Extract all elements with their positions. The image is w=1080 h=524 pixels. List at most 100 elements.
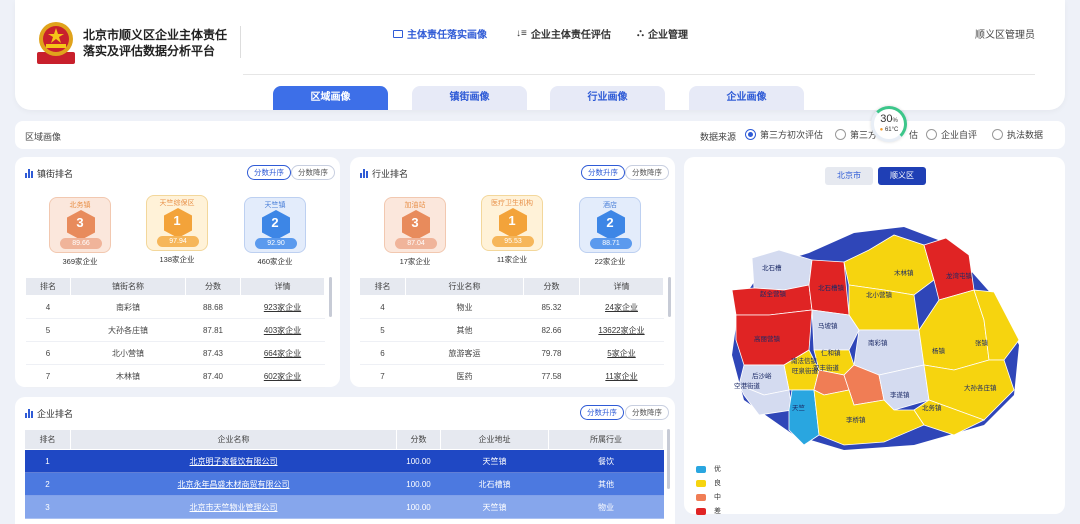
- enterprise-link[interactable]: 北京永年昌盛木材商贸有限公司: [70, 472, 397, 496]
- legend-swatch: [696, 493, 706, 501]
- town-ranking-panel: 镇街排名 分数升序 分数降序 北务镇 3 89.66 369家企业 天竺综保区 …: [15, 157, 340, 388]
- admin-user[interactable]: 顺义区管理员: [975, 26, 1035, 41]
- detail-link[interactable]: 664家企业: [240, 341, 325, 365]
- nav-subject-evaluation[interactable]: ↓≡ 企业主体责任评估: [516, 26, 611, 41]
- map-label: 木林镇: [894, 268, 914, 277]
- podium-second[interactable]: 酒店 2 88.71 22家企业: [575, 197, 645, 267]
- platform-title: 北京市顺义区企业主体责任 落实及评估数据分析平台: [83, 28, 228, 58]
- filter-bar: 区域画像 数据来源 第三方初次评估 第三方估 企业自评 执法数据: [15, 121, 1065, 149]
- legend-swatch: [696, 507, 706, 515]
- radio-icon: [992, 129, 1003, 140]
- top-header: 北京市顺义区企业主体责任 落实及评估数据分析平台 主体责任落实画像 ↓≡ 企业主…: [15, 0, 1065, 110]
- legend-swatch: [696, 465, 706, 473]
- tab-region[interactable]: 区域画像: [273, 86, 388, 110]
- panel-title: 镇街排名: [37, 169, 74, 179]
- scrollbar[interactable]: [668, 277, 671, 317]
- scrollbar[interactable]: [667, 429, 670, 489]
- detail-link[interactable]: 602家企业: [240, 364, 325, 388]
- table-row: 4 物业 85.32 24家企业: [359, 295, 664, 319]
- radio-icon: [926, 129, 937, 140]
- detail-link[interactable]: 24家企业: [579, 295, 664, 319]
- data-source-label: 数据来源: [700, 132, 737, 142]
- table-row: 7 医药 77.58 11家企业: [359, 364, 664, 388]
- map-label: 北石槽: [762, 263, 782, 272]
- enterprise-ranking-table: 排名 企业名称 分数 企业地址 所属行业 1 北京明子家餐饮有限公司 100.00 天…: [24, 429, 664, 519]
- enterprise-link[interactable]: 北京明子家餐饮有限公司: [70, 449, 397, 473]
- podium-first[interactable]: 医疗卫生机构 1 95.53 11家企业: [477, 195, 547, 265]
- map-label: 李遂镇: [890, 390, 910, 399]
- industry-ranking-panel: 行业排名 分数升序 分数降序 加油站 3 87.04 17家企业 医疗卫生机构 …: [350, 157, 675, 388]
- enterprise-ranking-panel: 企业排名 分数升序 分数降序 排名 企业名称 分数 企业地址 所属行业 1 北京明…: [15, 397, 675, 524]
- enterprise-link[interactable]: 北京市天竺物业管理公司: [70, 495, 397, 519]
- radio-checked-icon: [745, 129, 756, 140]
- sort-asc-button[interactable]: 分数升序: [247, 165, 291, 180]
- map-label: 北务镇: [922, 403, 942, 412]
- podium-second[interactable]: 天竺镇 2 92.90 460家企业: [240, 197, 310, 267]
- map-label: 后沙峪: [752, 371, 772, 380]
- legend-item[interactable]: 优: [696, 462, 721, 476]
- map-label: 北小营镇: [866, 290, 893, 299]
- sort-desc-button[interactable]: 分数降序: [291, 165, 335, 180]
- table-row: 7 木林镇 87.40 602家企业: [25, 364, 325, 388]
- sort-desc-button[interactable]: 分数降序: [625, 405, 669, 420]
- map-btn-beijing[interactable]: 北京市: [825, 167, 873, 185]
- detail-link[interactable]: 13622家企业: [579, 318, 664, 342]
- industry-ranking-table: 排名 行业名称 分数 详情 4 物业 85.32 24家企业 5 其他 82.66 1362…: [359, 277, 664, 388]
- radio-self-eval[interactable]: 企业自评: [926, 128, 977, 141]
- nav-enterprise-management[interactable]: ⛬ 企业管理: [637, 26, 688, 41]
- map-label: 北石槽镇: [818, 283, 845, 292]
- tab-town[interactable]: 镇街画像: [412, 86, 527, 110]
- radio-third-party-first[interactable]: 第三方初次评估: [745, 128, 823, 141]
- map-label: 大孙各庄镇: [964, 383, 997, 392]
- region-tianzhu[interactable]: [788, 389, 820, 446]
- map-label: 杨镇: [932, 346, 946, 355]
- table-row[interactable]: 2 北京永年昌盛木材商贸有限公司 100.00 北石槽镇 其他: [24, 472, 664, 496]
- podium-first[interactable]: 天竺综保区 1 97.94 138家企业: [142, 195, 212, 265]
- table-row: 5 其他 82.66 13622家企业: [359, 318, 664, 342]
- map-label: 空港街道: [734, 381, 761, 390]
- shunyi-district-map: 北石槽 赵全营镇 北石槽镇 木林镇 龙湾屯镇 北小营镇 高丽营镇 马坡镇 南彩镇…: [731, 227, 1020, 450]
- map-label: 龙湾屯镇: [946, 271, 973, 280]
- map-label: 赵全营镇: [760, 289, 787, 298]
- table-row: 6 北小营镇 87.43 664家企业: [25, 341, 325, 365]
- tab-industry[interactable]: 行业画像: [550, 86, 665, 110]
- tab-enterprise[interactable]: 企业画像: [689, 86, 804, 110]
- map-label: 李桥镇: [846, 415, 866, 424]
- nav-subject-portrait[interactable]: 主体责任落实画像: [393, 26, 487, 41]
- map-label: 南彩镇: [868, 338, 888, 347]
- detail-link[interactable]: 403家企业: [240, 318, 325, 342]
- header-divider: [240, 26, 241, 58]
- map-legend: 优 良 中 差: [696, 462, 721, 518]
- region-zhaoquanying[interactable]: [731, 284, 813, 316]
- sort-icon: ↓≡: [516, 28, 527, 39]
- detail-link[interactable]: 11家企业: [579, 364, 664, 388]
- table-row: 5 大孙各庄镇 87.81 403家企业: [25, 318, 325, 342]
- table-row[interactable]: 3 北京市天竺物业管理公司 100.00 天竺镇 物业: [24, 495, 664, 519]
- sort-asc-button[interactable]: 分数升序: [580, 405, 624, 420]
- sort-desc-button[interactable]: 分数降序: [625, 165, 669, 180]
- bar-chart-icon: [25, 169, 33, 178]
- table-row[interactable]: 1 北京明子家餐饮有限公司 100.00 天竺镇 餐饮: [24, 449, 664, 473]
- map-label: 张镇: [975, 338, 989, 347]
- legend-item[interactable]: 良: [696, 476, 721, 490]
- legend-item[interactable]: 差: [696, 504, 721, 518]
- cpu-gauge-widget[interactable]: 30% ● 61°C: [871, 106, 907, 142]
- national-emblem-icon: [37, 22, 75, 64]
- detail-link[interactable]: 5家企业: [579, 341, 664, 365]
- sort-asc-button[interactable]: 分数升序: [581, 165, 625, 180]
- legend-item[interactable]: 中: [696, 490, 721, 504]
- map-btn-shunyi[interactable]: 顺义区: [878, 167, 926, 185]
- podium-third[interactable]: 加油站 3 87.04 17家企业: [380, 197, 450, 267]
- map-label: 仁和镇: [821, 348, 841, 357]
- radio-law-enforcement[interactable]: 执法数据: [992, 128, 1043, 141]
- radio-icon: [835, 129, 846, 140]
- map-label: 天竺: [792, 403, 806, 412]
- bar-chart-icon: [360, 169, 368, 178]
- bar-chart-icon: [25, 409, 33, 418]
- scrollbar[interactable]: [329, 277, 332, 317]
- podium-third[interactable]: 北务镇 3 89.66 369家企业: [45, 197, 115, 267]
- detail-link[interactable]: 923家企业: [240, 295, 325, 319]
- map-label: 马坡镇: [818, 321, 838, 330]
- town-ranking-table: 排名 镇街名称 分数 详情 4 南彩镇 88.68 923家企业 5 大孙各庄镇 87.8…: [25, 277, 325, 388]
- panel-title: 行业排名: [372, 169, 409, 179]
